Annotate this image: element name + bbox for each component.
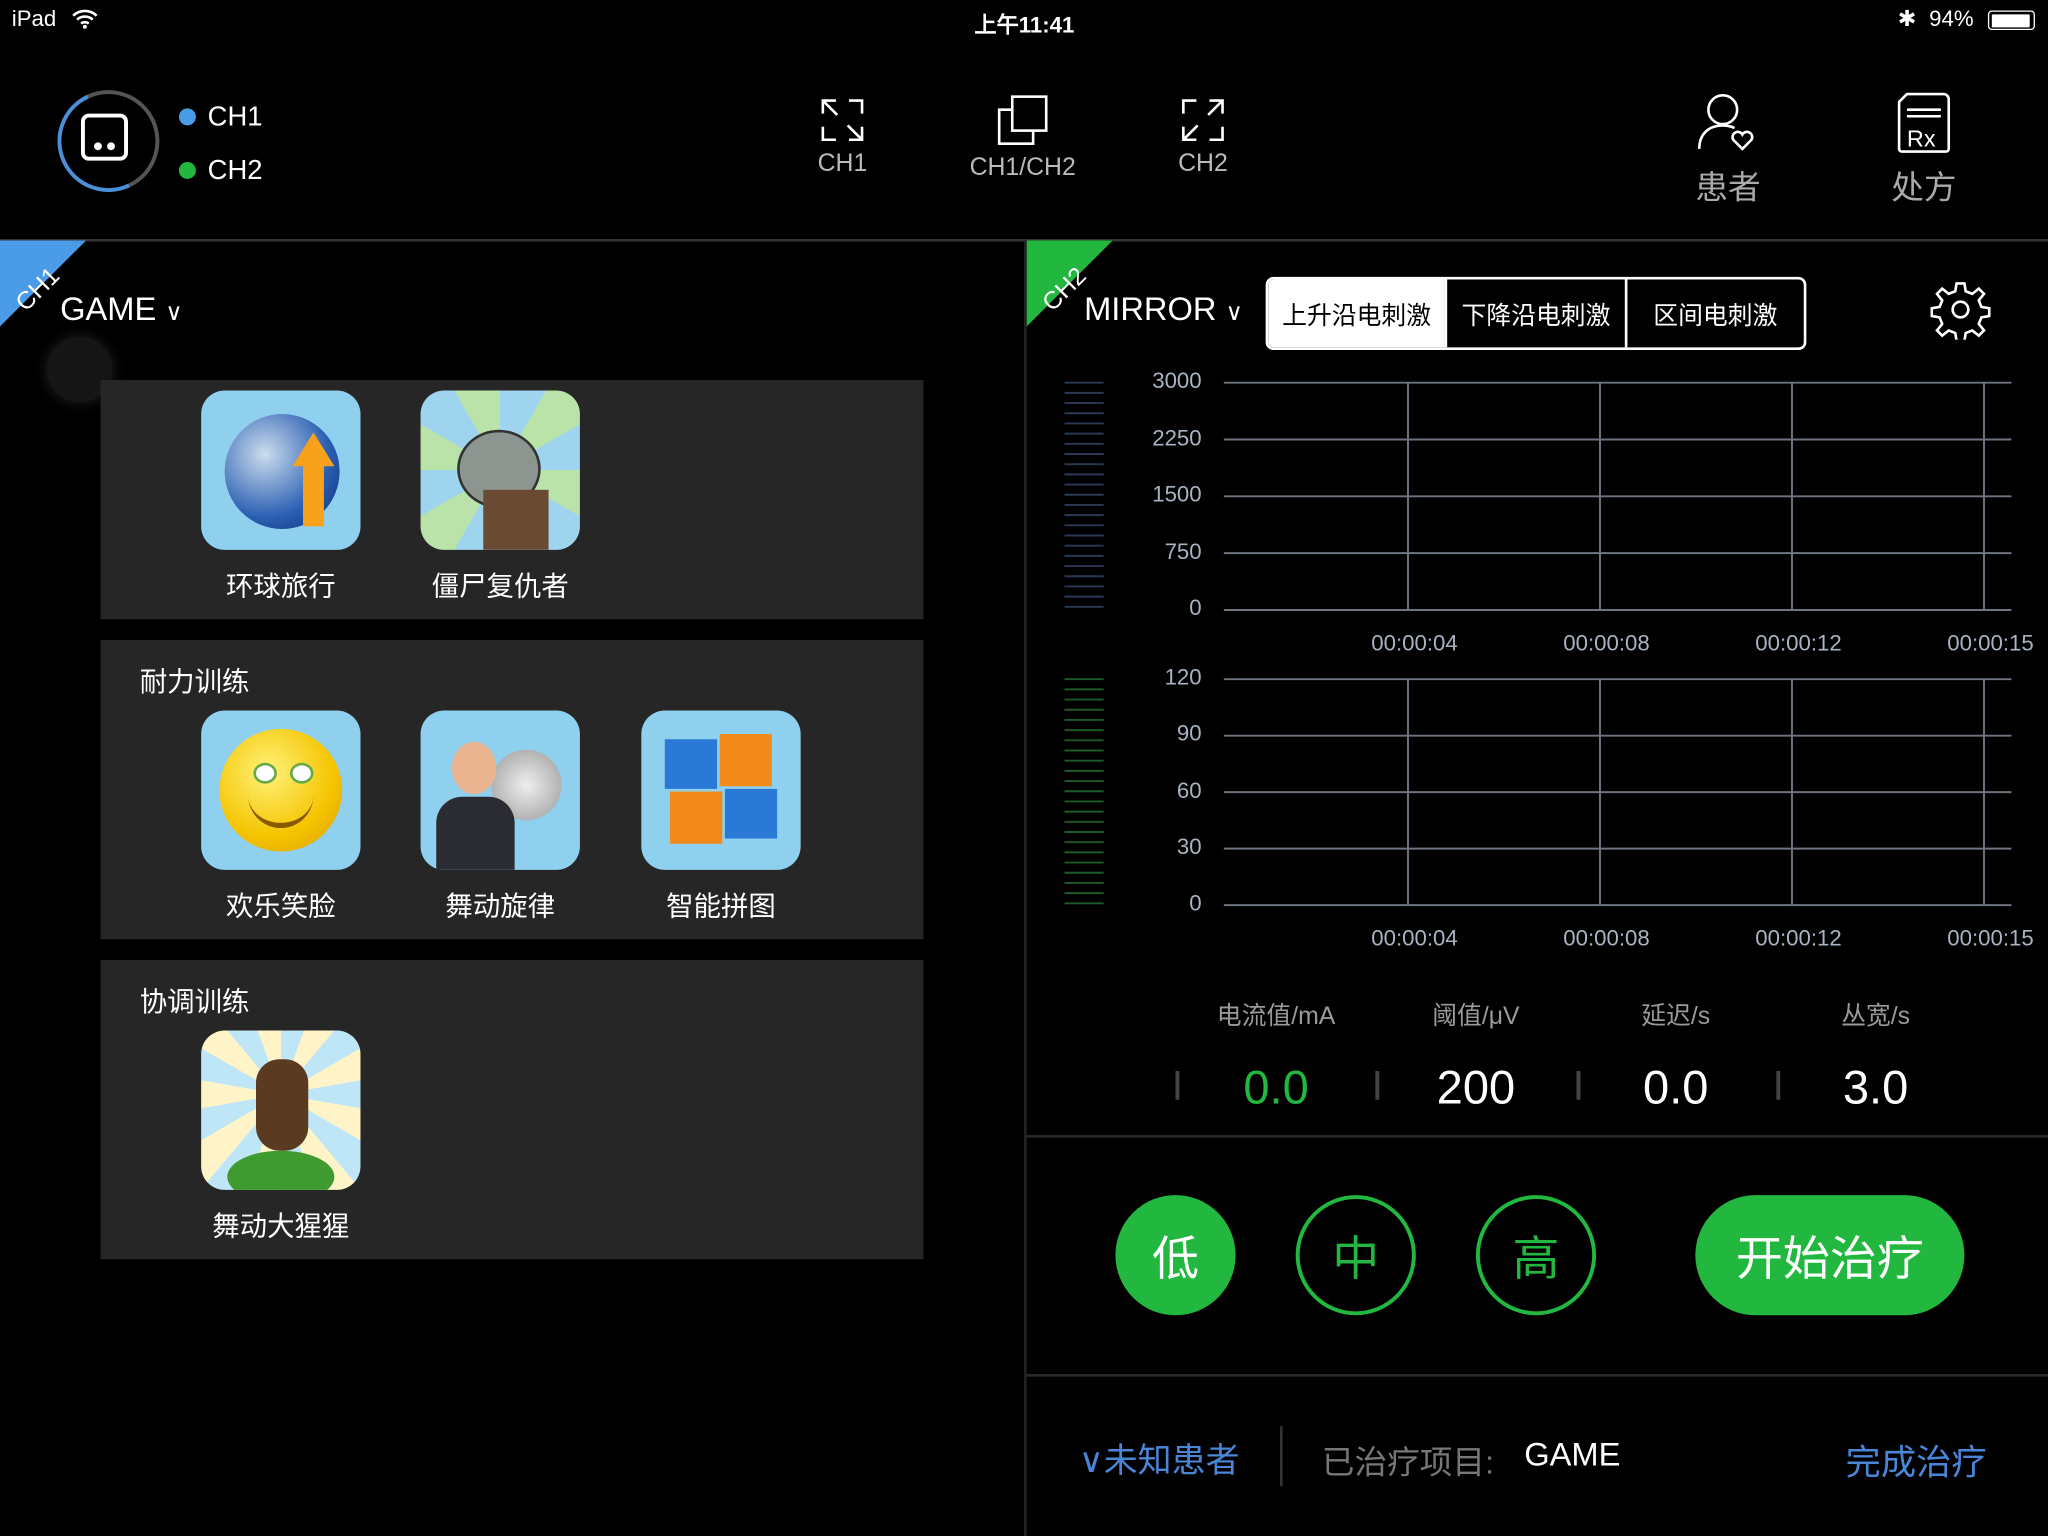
param-value-current[interactable]: 0.0: [1172, 1061, 1381, 1116]
divider: [1026, 1374, 2048, 1377]
separator: [1279, 1426, 1283, 1487]
level-high-button[interactable]: 高: [1475, 1195, 1597, 1316]
finish-treatment-link[interactable]: 完成治疗: [1846, 1434, 1987, 1485]
param-value-delay[interactable]: 0.0: [1571, 1061, 1780, 1116]
param-label-current: 电流值/mA: [1216, 1003, 1336, 1031]
divider: [1026, 1135, 2048, 1138]
chevron-down-icon: ∨: [1078, 1440, 1104, 1480]
patient-name: 未知患者: [1103, 1440, 1240, 1480]
param-label-threshold: 阈值/μV: [1432, 1003, 1520, 1031]
start-treatment-button[interactable]: 开始治疗: [1695, 1195, 1965, 1316]
param-label-delay: 延迟/s: [1641, 1003, 1711, 1031]
param-label-width: 丛宽/s: [1841, 1003, 1911, 1031]
level-medium-button[interactable]: 中: [1295, 1195, 1416, 1316]
param-value-width[interactable]: 3.0: [1771, 1061, 1980, 1116]
patient-selector[interactable]: ∨未知患者: [1079, 1434, 1240, 1482]
treated-label: 已治疗项目:: [1321, 1444, 1495, 1482]
param-value-threshold[interactable]: 200: [1371, 1061, 1580, 1116]
level-low-button[interactable]: 低: [1115, 1195, 1236, 1316]
treated-value: GAME: [1524, 1436, 1621, 1474]
